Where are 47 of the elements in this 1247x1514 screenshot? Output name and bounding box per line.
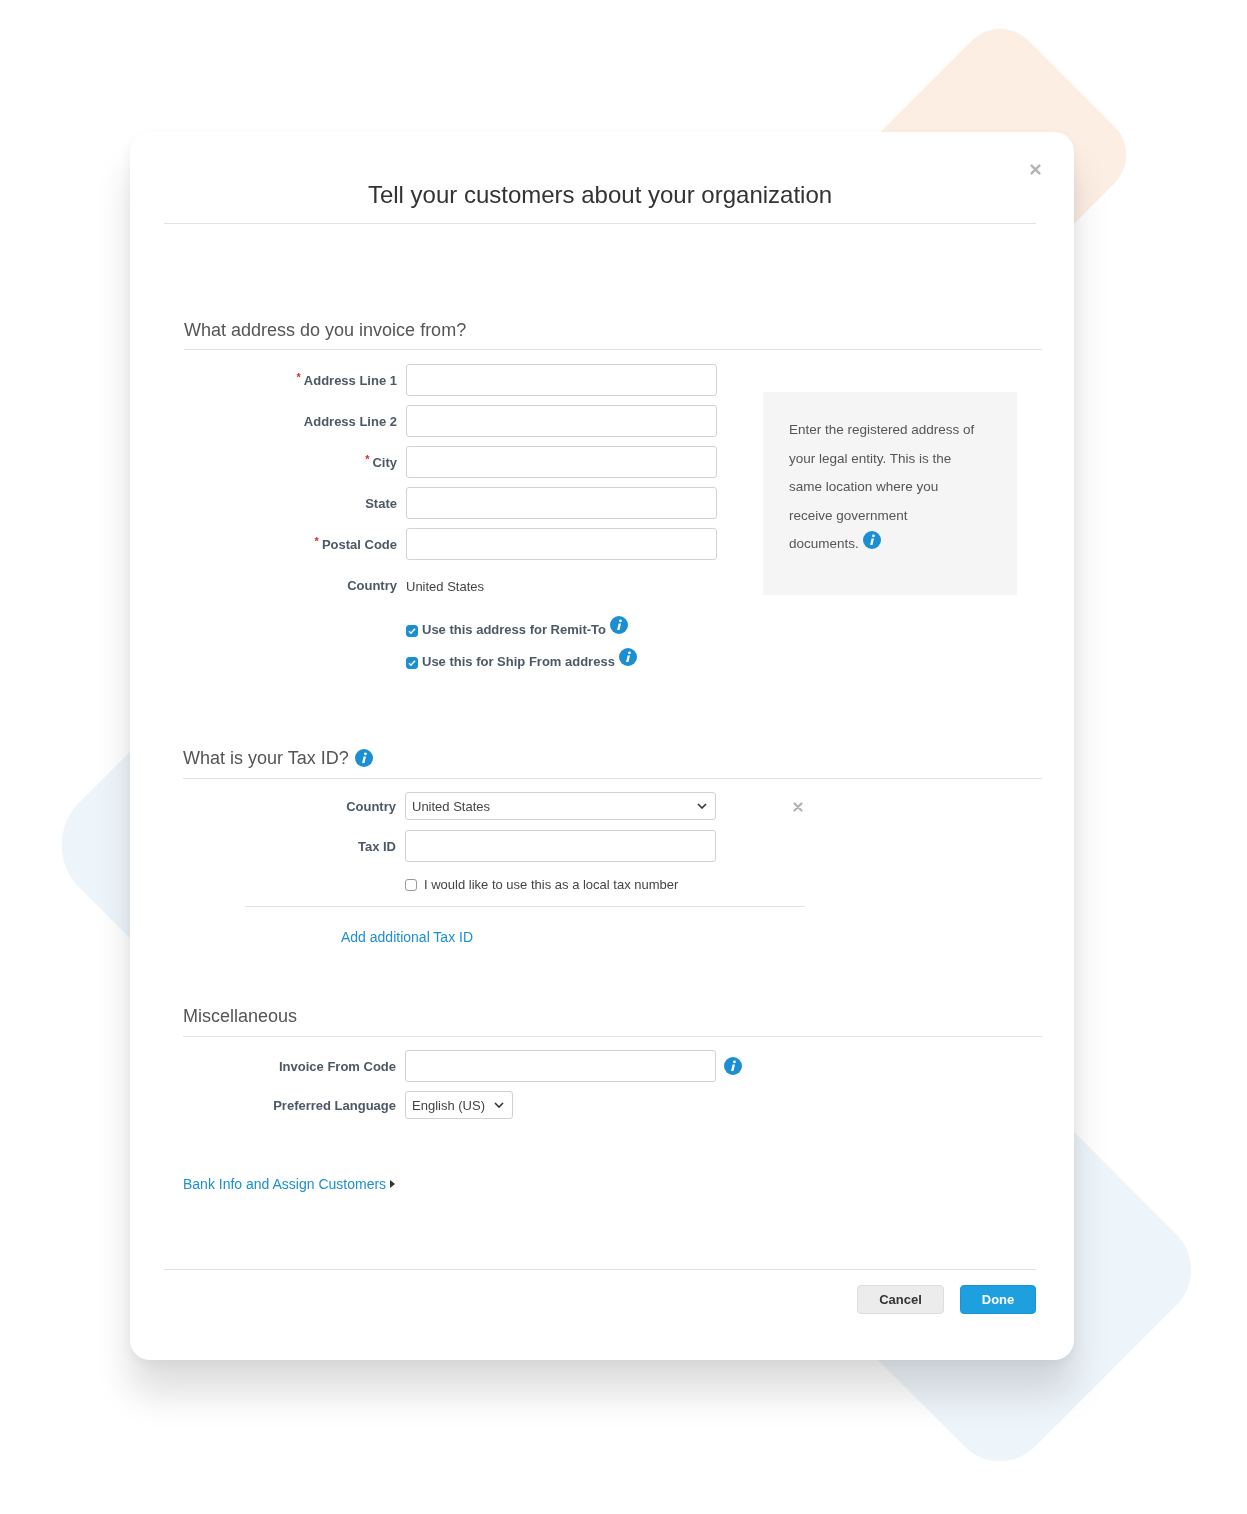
field-label: City — [372, 455, 397, 470]
required-mark: * — [296, 371, 301, 383]
input-field[interactable] — [405, 830, 716, 862]
chevron-icon — [494, 1102, 504, 1108]
close-icon[interactable] — [793, 802, 803, 812]
field-label: Country — [347, 578, 397, 593]
checkbox[interactable] — [405, 878, 417, 891]
section-heading: Miscellaneous — [183, 1005, 298, 1027]
field-label: Invoice From Code — [278, 1059, 396, 1074]
field-label: Country — [346, 799, 396, 814]
info-icon[interactable] — [354, 749, 373, 767]
field-label: Postal Code — [321, 537, 397, 552]
bank-info-link[interactable]: Bank Info and Assign Customers — [183, 1176, 387, 1192]
checkbox[interactable] — [406, 657, 418, 669]
required-mark: * — [365, 453, 370, 465]
help-text: Enter the registered address of your legal entity. This is the same location where you receive government documents. — [789, 421, 976, 553]
info-icon[interactable] — [862, 531, 881, 550]
field-value: United States — [406, 578, 485, 596]
caret-icon — [390, 1180, 396, 1188]
chevron-icon — [697, 803, 707, 809]
input-field[interactable] — [406, 446, 717, 478]
input-field[interactable] — [406, 364, 717, 396]
checkbox-label: I would like to use this as a local tax number — [424, 877, 679, 892]
dialog-title: Tell your customers about your organization — [367, 180, 833, 210]
required-mark: * — [314, 535, 319, 547]
field-label: State — [365, 496, 397, 511]
input-field[interactable] — [405, 1050, 716, 1082]
field-label: Address Line 1 — [303, 373, 397, 388]
section-heading: What is your Tax ID? — [183, 747, 349, 769]
input-field[interactable] — [406, 528, 717, 560]
dropdown[interactable]: United States — [405, 792, 716, 820]
field-label: Tax ID — [357, 839, 396, 854]
info-icon[interactable] — [618, 648, 637, 666]
input-field[interactable] — [406, 487, 717, 519]
field-label: Address Line 2 — [303, 414, 397, 429]
cancel-button[interactable]: Cancel — [857, 1285, 944, 1314]
checkbox-label: Use this for Ship From address — [422, 653, 615, 669]
section-heading: What address do you invoice from? — [184, 319, 467, 341]
input-field[interactable] — [406, 405, 717, 437]
checkbox-label: Use this address for Remit-To — [422, 621, 606, 637]
info-icon[interactable] — [609, 616, 628, 634]
add-tax-id-link[interactable]: Add additional Tax ID — [341, 929, 474, 945]
checkbox[interactable] — [406, 625, 418, 637]
dropdown[interactable]: English (US) — [405, 1091, 513, 1119]
close-icon[interactable] — [1030, 164, 1041, 175]
field-label: Preferred Language — [273, 1098, 396, 1113]
info-icon[interactable] — [724, 1057, 742, 1075]
